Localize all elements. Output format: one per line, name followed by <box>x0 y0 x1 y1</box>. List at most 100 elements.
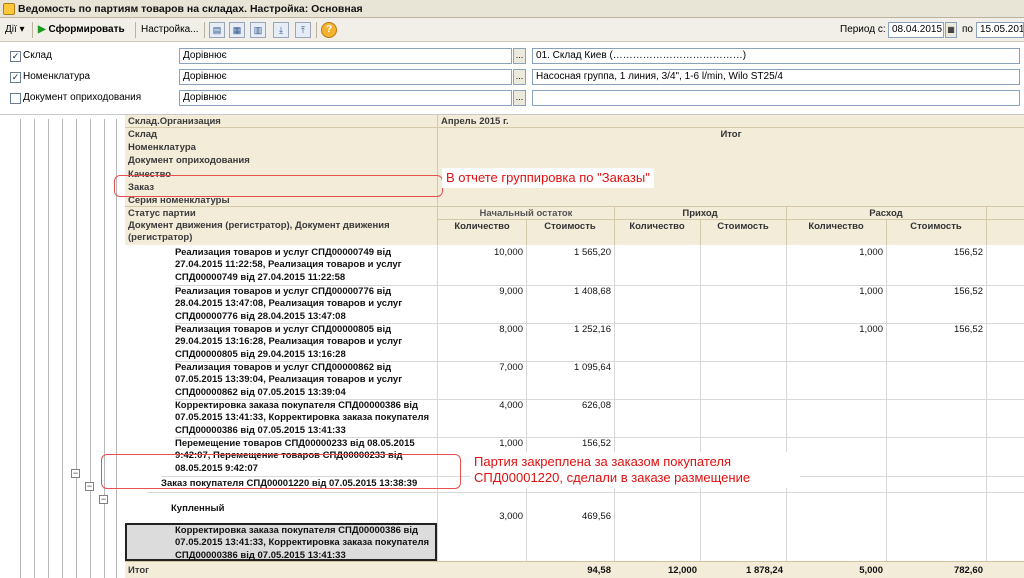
total-out-qty: 5,000 <box>859 565 883 576</box>
cell-out-qty: 1,000 <box>859 286 883 297</box>
period-to-label: по <box>962 24 973 35</box>
cell-start-qty: 4,000 <box>499 400 523 411</box>
grid-line <box>614 207 615 245</box>
cell-start-cost: 1 252,16 <box>574 324 611 335</box>
table-row[interactable]: Реализация товаров и услуг СПД00000776 в… <box>175 286 437 323</box>
filter-condition-receipt-document[interactable]: Дорівнює <box>179 90 512 106</box>
period-to-field[interactable]: 15.05.2015 <box>976 22 1024 38</box>
actions-menu[interactable]: Дії ▾ <box>5 22 25 38</box>
row-header-nomenclature: Номенклатура <box>128 142 196 153</box>
save-settings-icon[interactable]: ⤓ <box>273 22 289 38</box>
help-icon[interactable]: ? <box>321 22 337 38</box>
grid-line <box>700 245 701 561</box>
row-header-movement-doc: Документ движения (регистратор), Докумен… <box>128 220 390 243</box>
group-line <box>76 119 77 578</box>
table-row[interactable]: Реализация товаров и услуг СПД00000749 в… <box>175 247 437 284</box>
restore-settings-icon[interactable]: ⤒ <box>295 22 311 38</box>
filter-checkbox-receipt-document[interactable] <box>10 93 21 104</box>
total-start-cost: 94,58 <box>587 565 611 576</box>
collapse-group-icon[interactable]: − <box>71 469 80 478</box>
total-row: Итог 94,58 12,000 1 878,24 5,000 782,60 <box>125 561 1024 578</box>
grid-line <box>526 220 527 245</box>
collapse-group-icon[interactable]: − <box>85 482 94 491</box>
cell-out-qty: 1,000 <box>859 247 883 258</box>
report-options-icon[interactable]: ▤ <box>209 22 225 38</box>
toolbar-separator <box>204 22 205 38</box>
cell-start-qty: 10,000 <box>493 247 523 258</box>
settings-button[interactable]: Настройка... <box>141 22 199 38</box>
annotation-bottom: Партия закреплена за заказом покупателя … <box>470 452 800 488</box>
filter-select-button[interactable]: ... <box>513 48 526 64</box>
total-in-qty: 12,000 <box>667 565 697 576</box>
app-icon <box>3 3 15 15</box>
filter-value-receipt-document[interactable] <box>532 90 1020 106</box>
cell-start-cost: 469,56 <box>581 511 611 522</box>
table-row[interactable]: Реализация товаров и услуг СПД00000805 в… <box>175 324 437 361</box>
cell-start-qty: 9,000 <box>499 286 523 297</box>
total-out-cost: 782,60 <box>953 565 983 576</box>
row-header-status: Статус партии <box>128 208 196 219</box>
toolbar: Дії ▾ ▶ Сформировать Настройка... ▤ ▦ ▥ … <box>0 18 1024 42</box>
group-line <box>48 119 49 578</box>
filter-checkbox-nomenclature[interactable]: ✓ <box>10 72 21 83</box>
grid-line <box>986 207 987 245</box>
col-header-cost: Стоимость <box>717 221 769 232</box>
cell-start-qty: 8,000 <box>499 324 523 335</box>
cell-start-cost: 1 095,64 <box>574 362 611 373</box>
generate-button[interactable]: ▶ Сформировать <box>38 22 125 38</box>
group-line <box>34 119 35 578</box>
collapse-group-icon[interactable]: − <box>99 495 108 504</box>
cell-out-cost: 156,52 <box>953 247 983 258</box>
col-header-cost: Стоимость <box>910 221 962 232</box>
col-header-qty: Количество <box>808 221 864 232</box>
cell-start-cost: 1 565,20 <box>574 247 611 258</box>
grouping-gutter: − − − <box>8 115 125 578</box>
filter-value-nomenclature[interactable]: Насосная группа, 1 линия, 3/4", 1-6 l/mi… <box>532 69 1020 85</box>
period-label: Период с: <box>840 24 886 35</box>
row-header-receipt-doc: Документ оприходования <box>128 155 250 166</box>
table-row[interactable]: Корректировка заказа покупателя СПД00000… <box>175 400 437 437</box>
filter-label-nomenclature: Номенклатура <box>23 71 91 82</box>
group-line <box>62 119 63 578</box>
filter-label-receipt-document: Документ оприходования <box>23 92 142 103</box>
cell-start-cost: 1 408,68 <box>574 286 611 297</box>
grid-line <box>786 207 787 245</box>
filter-value-warehouse[interactable]: 01. Склад Киев (…………………………………) <box>532 48 1020 64</box>
cell-start-cost: 626,08 <box>581 400 611 411</box>
grid-line <box>614 245 615 561</box>
cell-out-cost: 156,52 <box>953 324 983 335</box>
toolbar-separator <box>135 22 136 38</box>
grid-line <box>986 245 987 561</box>
filter-select-button[interactable]: ... <box>513 90 526 106</box>
total-in-cost: 1 878,24 <box>746 565 783 576</box>
window-title: Ведомость по партиям товаров на складах.… <box>18 3 363 15</box>
filter-checkbox-warehouse[interactable]: ✓ <box>10 51 21 62</box>
table-row[interactable]: Корректировка заказа покупателя СПД00000… <box>175 525 437 561</box>
grid-line <box>125 127 1024 128</box>
group-line <box>20 119 21 578</box>
col-header-cost: Стоимость <box>544 221 596 232</box>
grid-line <box>147 492 1024 493</box>
period-from-field[interactable]: 08.04.2015 <box>888 22 944 38</box>
filter-condition-warehouse[interactable]: Дорівнює <box>179 48 512 64</box>
calendar-icon[interactable]: ▦ <box>945 22 957 38</box>
generate-button-label: Сформировать <box>48 24 125 35</box>
grid-line <box>886 220 887 245</box>
window-title-bar: Ведомость по партиям товаров на складах.… <box>0 0 1024 18</box>
col-header-qty: Количество <box>629 221 685 232</box>
table-row[interactable]: Реализация товаров и услуг СПД00000862 в… <box>175 362 437 399</box>
filter-condition-nomenclature[interactable]: Дорівнює <box>179 69 512 85</box>
filter-select-button[interactable]: ... <box>513 69 526 85</box>
cell-out-qty: 1,000 <box>859 324 883 335</box>
layout-icon[interactable]: ▦ <box>229 22 245 38</box>
itog-header: Итог <box>720 129 742 140</box>
grid-line <box>125 206 1024 207</box>
filter-panel: ✓ Склад Дорівнює ... 01. Склад Киев (………… <box>0 42 1024 114</box>
cell-start-cost: 156,52 <box>581 438 611 449</box>
report-body: Реализация товаров и услуг СПД00000749 в… <box>125 245 1024 561</box>
group-line <box>104 119 105 578</box>
status-row[interactable]: Купленный <box>171 503 371 516</box>
cell-start-qty: 3,000 <box>499 511 523 522</box>
table-icon[interactable]: ▥ <box>250 22 266 38</box>
cell-out-cost: 156,52 <box>953 286 983 297</box>
